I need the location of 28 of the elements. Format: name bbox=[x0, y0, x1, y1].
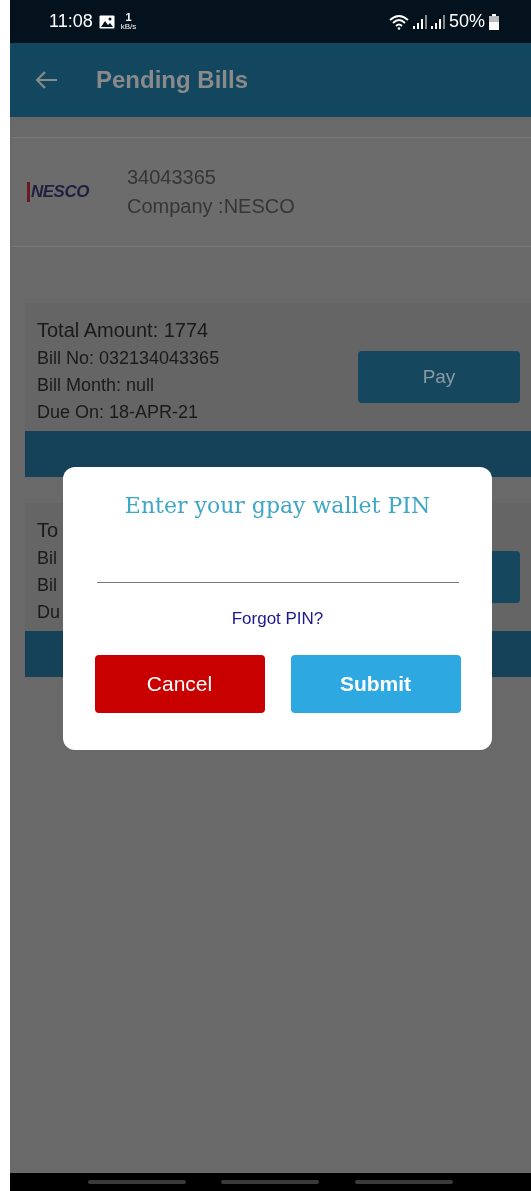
cancel-button[interactable]: Cancel bbox=[94, 655, 265, 713]
bill-detail: Bil bbox=[37, 575, 58, 596]
battery-percent: 50% bbox=[448, 11, 485, 32]
signal-icon bbox=[430, 14, 445, 29]
dialog-title: Enter your gpay wallet PIN bbox=[124, 493, 431, 518]
speed-value: 1 bbox=[125, 12, 132, 23]
bill-detail: Du bbox=[37, 602, 60, 623]
bill-detail: Bil bbox=[37, 548, 58, 569]
signal-icon bbox=[412, 14, 427, 29]
status-time: 11:08 bbox=[49, 11, 93, 32]
bill-detail: Bill Month: null bbox=[37, 375, 156, 396]
bill-detail: Due On: 18-APR-21 bbox=[37, 402, 200, 423]
nav-handle[interactable] bbox=[355, 1180, 454, 1184]
nav-handle[interactable] bbox=[221, 1180, 320, 1184]
bill-detail: Bill No: 032134043365 bbox=[37, 348, 220, 369]
company-logo: NESCO bbox=[27, 182, 89, 202]
speed-unit: kB/s bbox=[120, 23, 137, 31]
image-icon bbox=[98, 14, 115, 29]
forgot-pin-link[interactable]: Forgot PIN? bbox=[231, 609, 324, 629]
screen-title: Pending Bills bbox=[96, 66, 248, 94]
bill-detail: Total Amount: 1774 bbox=[37, 319, 210, 342]
back-arrow-icon[interactable] bbox=[36, 71, 58, 89]
bill-detail: To bbox=[37, 519, 60, 542]
battery-icon bbox=[489, 13, 499, 30]
pay-button[interactable]: Pay bbox=[358, 351, 520, 403]
nav-handle[interactable] bbox=[87, 1180, 186, 1184]
wifi-icon bbox=[388, 13, 409, 30]
submit-button[interactable]: Submit bbox=[290, 655, 461, 713]
